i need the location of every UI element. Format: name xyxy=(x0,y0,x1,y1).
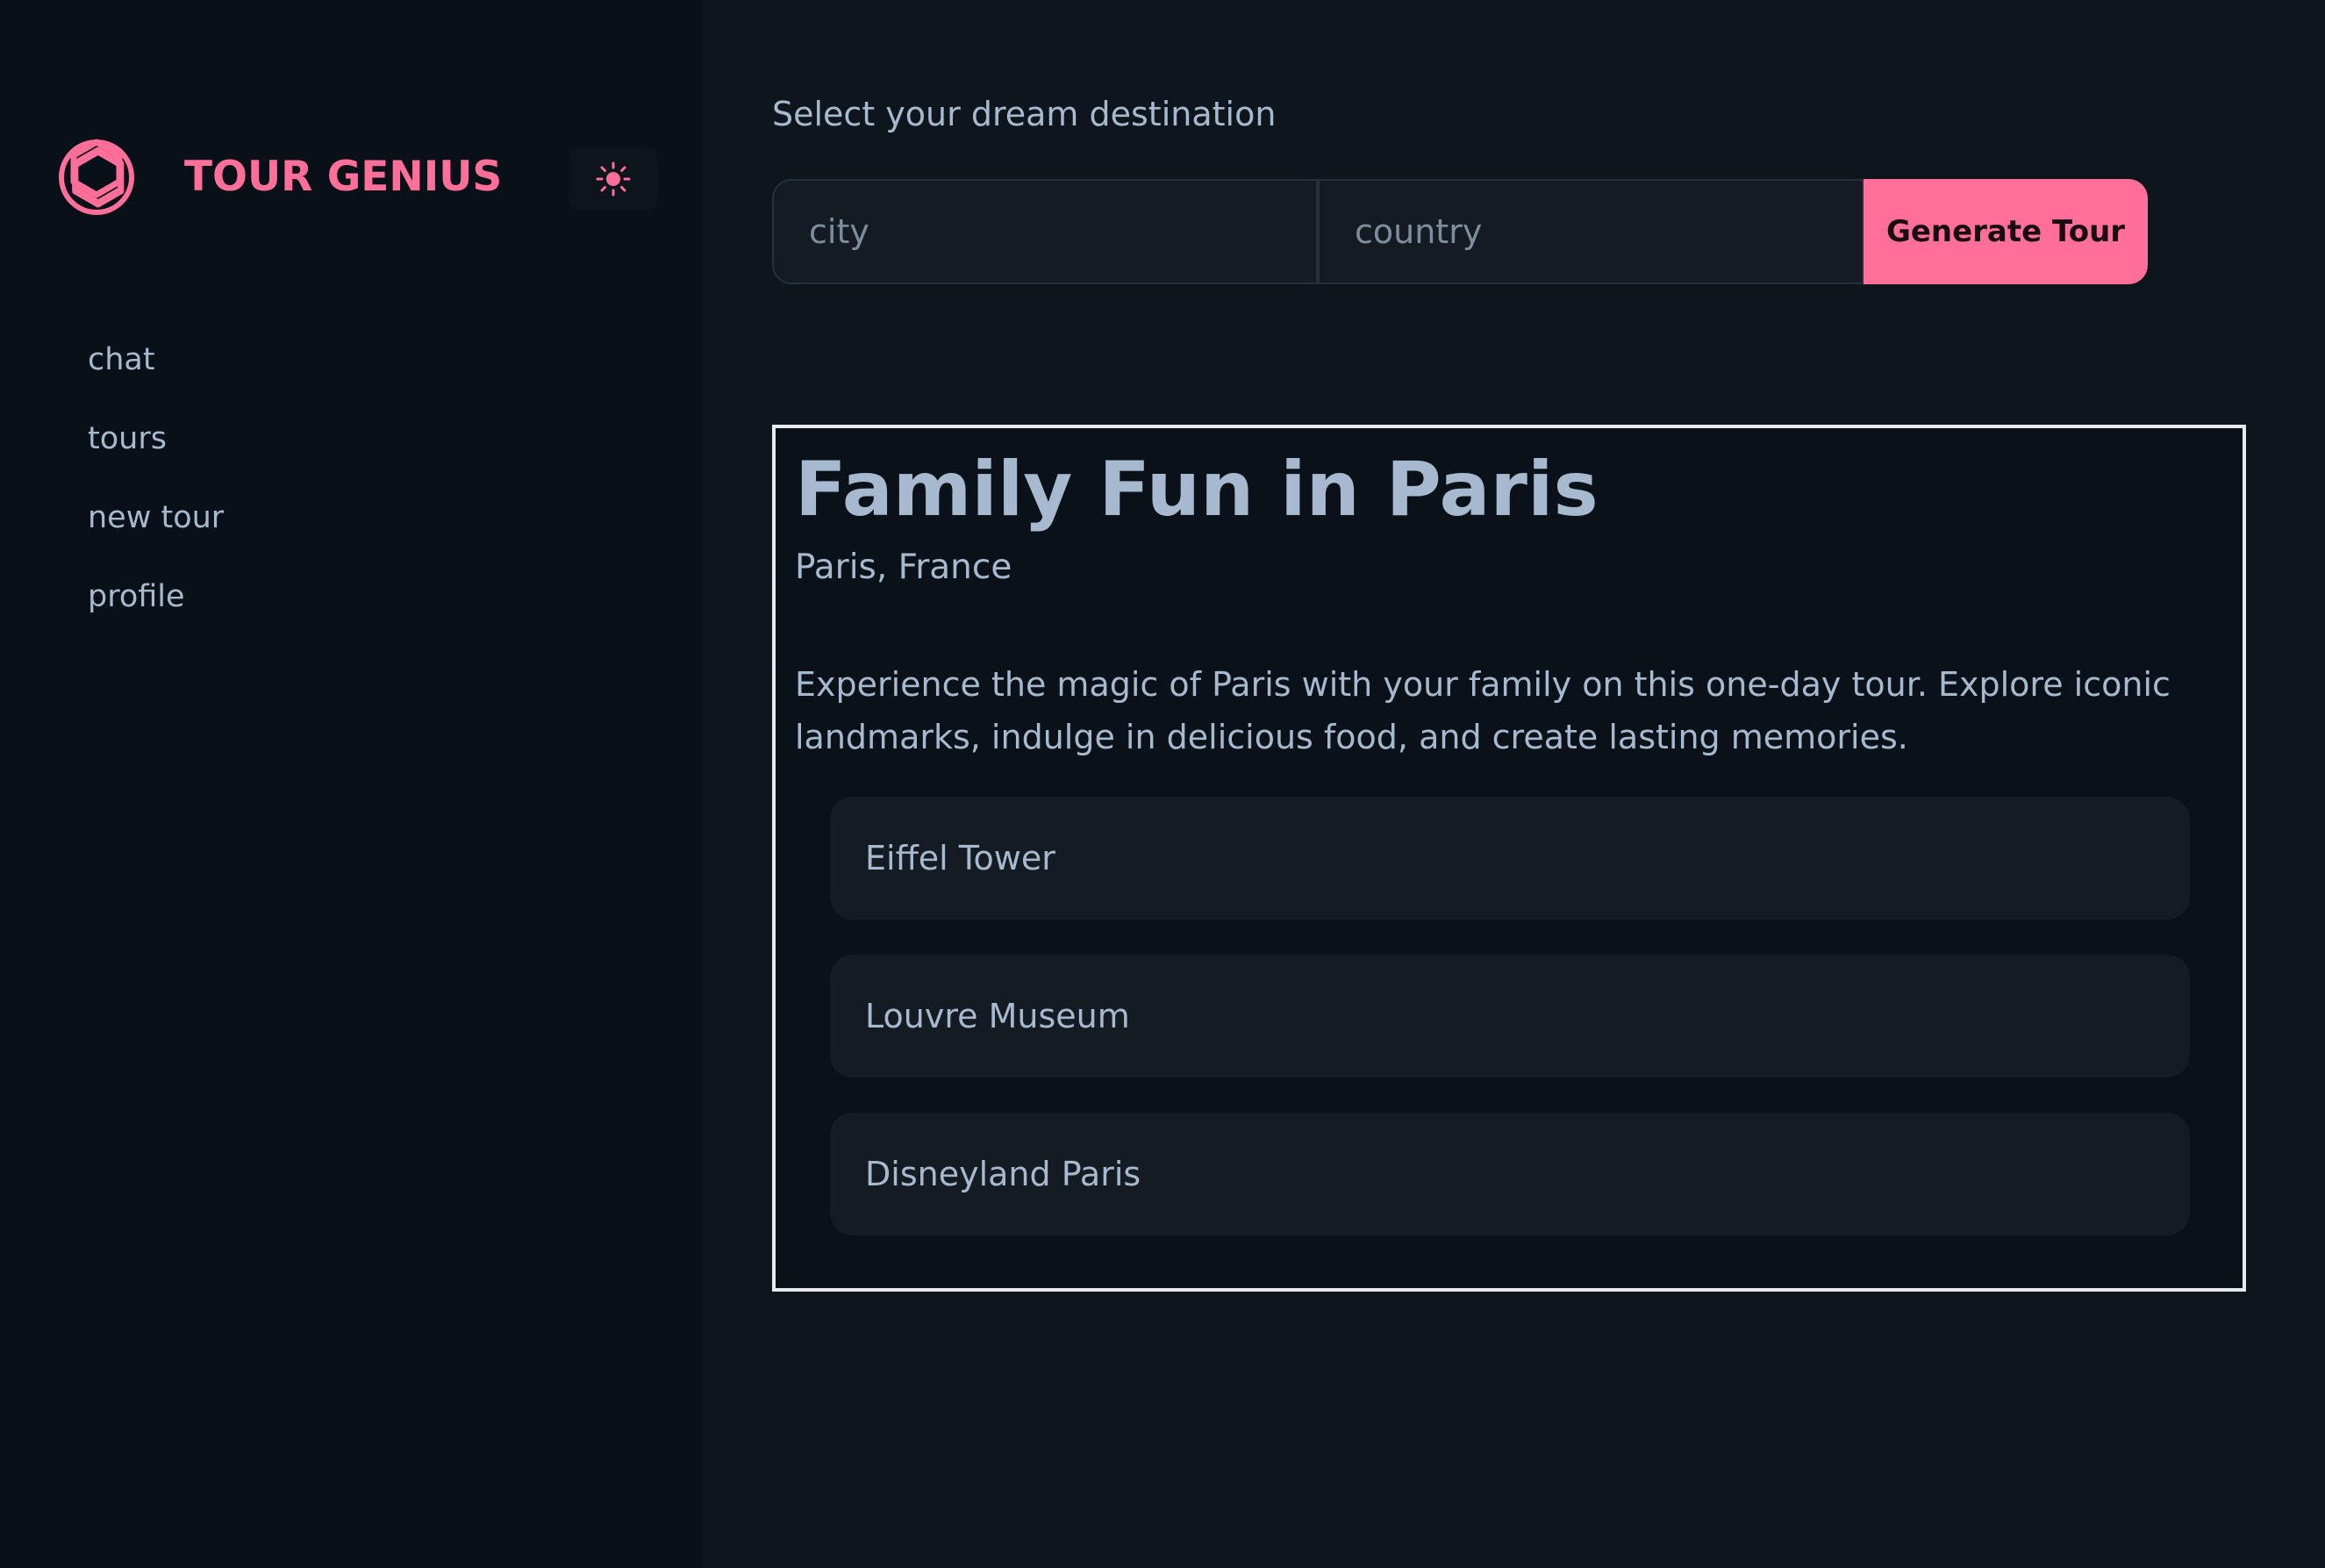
destination-form: Generate Tour xyxy=(772,179,2148,284)
city-input[interactable] xyxy=(772,179,1318,284)
sidebar: TOUR GENIUS chat tours new tour profile xyxy=(0,0,702,1568)
brand-title[interactable]: TOUR GENIUS xyxy=(184,153,502,201)
tour-stops-list: Eiffel Tower Louvre Museum Disneyland Pa… xyxy=(830,797,2190,1271)
nav-item-chat[interactable]: chat xyxy=(88,333,224,412)
theme-toggle-button[interactable] xyxy=(569,147,658,211)
openai-knot-icon xyxy=(59,139,134,215)
tour-description: Experience the magic of Paris with your … xyxy=(795,665,2171,756)
sun-icon xyxy=(596,161,631,197)
sidebar-nav: chat tours new tour profile xyxy=(88,333,224,649)
nav-item-profile[interactable]: profile xyxy=(88,570,224,649)
tour-stop-item: Louvre Museum xyxy=(830,955,2190,1078)
country-input[interactable] xyxy=(1318,179,1864,284)
tour-stop-item: Disneyland Paris xyxy=(830,1113,2190,1235)
tour-title: Family Fun in Paris xyxy=(795,446,1599,533)
brand-logo-link[interactable] xyxy=(53,133,140,221)
tour-stop-item: Eiffel Tower xyxy=(830,797,2190,920)
destination-prompt-label: Select your dream destination xyxy=(772,95,1277,133)
generate-tour-button[interactable]: Generate Tour xyxy=(1864,179,2148,284)
nav-item-tours[interactable]: tours xyxy=(88,412,224,491)
app-root: TOUR GENIUS chat tours new tour profile … xyxy=(0,0,2325,1568)
nav-item-new-tour[interactable]: new tour xyxy=(88,491,224,570)
tour-card: Family Fun in Paris Paris, France Experi… xyxy=(772,425,2246,1292)
main-content: Select your dream destination Generate T… xyxy=(702,0,2325,1568)
tour-location: Paris, France xyxy=(795,548,1012,587)
